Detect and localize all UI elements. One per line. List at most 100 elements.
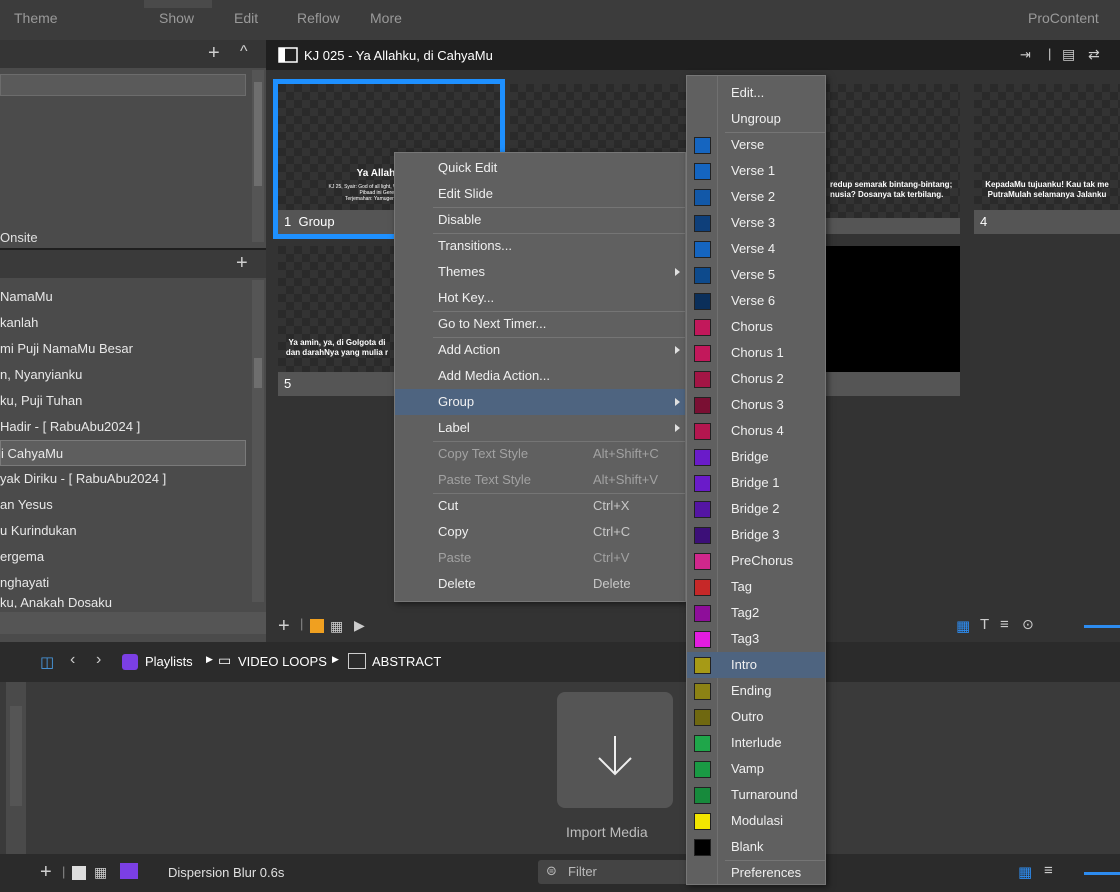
- song-item[interactable]: mi Puji NamaMu Besar: [0, 336, 246, 362]
- song-item[interactable]: kanlah: [0, 310, 246, 336]
- scrollbar-thumb[interactable]: [254, 358, 262, 388]
- add-icon[interactable]: +: [278, 616, 290, 636]
- menu-item-delete[interactable]: Delete Delete: [395, 571, 685, 597]
- notes-icon[interactable]: ▤: [1062, 46, 1075, 63]
- group-item-bridge[interactable]: Bridge: [687, 444, 825, 470]
- group-item-verse-1[interactable]: Verse 1: [687, 158, 825, 184]
- menu-item-themes[interactable]: Themes: [395, 259, 685, 285]
- group-item-bridge-2[interactable]: Bridge 2: [687, 496, 825, 522]
- song-item[interactable]: u Kurindukan: [0, 518, 246, 544]
- menu-item-add-action[interactable]: Add Action: [395, 337, 685, 363]
- menu-more[interactable]: More: [370, 10, 402, 26]
- group-item-preferences[interactable]: Preferences: [687, 860, 825, 886]
- group-item-modulasi[interactable]: Modulasi: [687, 808, 825, 834]
- group-item-verse-3[interactable]: Verse 3: [687, 210, 825, 236]
- media-icon[interactable]: [120, 863, 138, 879]
- group-item-bridge-1[interactable]: Bridge 1: [687, 470, 825, 496]
- slide-3[interactable]: redup semarak bintang-bintang; nusia? Do…: [822, 84, 960, 234]
- media-scrollbar[interactable]: [6, 682, 26, 854]
- group-item-ending[interactable]: Ending: [687, 678, 825, 704]
- slide-4[interactable]: KepadaMu tujuanku! Kau tak me PutraMulah…: [974, 84, 1120, 234]
- transition-label[interactable]: Dispersion Blur 0.6s: [168, 865, 284, 880]
- library-list-scrollbar[interactable]: [252, 280, 264, 602]
- import-media-button[interactable]: [557, 692, 673, 808]
- group-item-blank[interactable]: Blank: [687, 834, 825, 860]
- forward-icon[interactable]: ›: [96, 651, 101, 669]
- group-item-chorus-2[interactable]: Chorus 2: [687, 366, 825, 392]
- song-item[interactable]: ku, Anakah Dosaku: [0, 594, 246, 608]
- menu-item-hot-key[interactable]: Hot Key...: [395, 285, 685, 311]
- sidebar-toggle-icon[interactable]: ◫: [40, 653, 54, 671]
- back-icon[interactable]: ‹: [70, 651, 75, 669]
- group-item-verse-6[interactable]: Verse 6: [687, 288, 825, 314]
- list-view-icon[interactable]: ≡: [1000, 616, 1009, 633]
- group-item-bridge-3[interactable]: Bridge 3: [687, 522, 825, 548]
- breadcrumb-abstract[interactable]: ABSTRACT: [372, 654, 441, 669]
- slide-6[interactable]: [822, 246, 960, 396]
- group-item-verse-5[interactable]: Verse 5: [687, 262, 825, 288]
- song-item[interactable]: nghayati: [0, 570, 246, 596]
- slides-view-icon[interactable]: [72, 866, 86, 880]
- media-icon[interactable]: ▶: [354, 617, 365, 634]
- masks-icon[interactable]: ▦: [330, 618, 343, 635]
- group-item-ungroup[interactable]: Ungroup: [687, 106, 825, 132]
- list-view-icon[interactable]: ≡: [1044, 862, 1053, 879]
- song-item[interactable]: n, Nyanyianku: [0, 362, 246, 388]
- menu-theme[interactable]: Theme: [14, 10, 58, 26]
- grid-view-icon[interactable]: ▦: [1018, 863, 1032, 881]
- menu-item-copy[interactable]: Copy Ctrl+C: [395, 519, 685, 545]
- scrollbar-thumb[interactable]: [10, 706, 22, 806]
- slide-5[interactable]: Ya amin, ya, di Golgota di dan darahNya …: [278, 246, 396, 396]
- group-item-verse[interactable]: Verse: [687, 132, 825, 158]
- song-item[interactable]: yak Diriku - [ RabuAbu2024 ]: [0, 466, 246, 492]
- group-item-tag[interactable]: Tag: [687, 574, 825, 600]
- more-icon[interactable]: ⊙: [1022, 616, 1034, 633]
- menu-item-label[interactable]: Label: [395, 415, 685, 441]
- group-item-intro[interactable]: Intro: [687, 652, 825, 678]
- menu-reflow[interactable]: Reflow: [297, 10, 340, 26]
- text-view-icon[interactable]: T: [980, 616, 989, 633]
- group-item-chorus[interactable]: Chorus: [687, 314, 825, 340]
- song-item[interactable]: an Yesus: [0, 492, 246, 518]
- group-item-verse-4[interactable]: Verse 4: [687, 236, 825, 262]
- group-item-vamp[interactable]: Vamp: [687, 756, 825, 782]
- menu-item-edit-slide[interactable]: Edit Slide: [395, 181, 685, 207]
- group-item-tag3[interactable]: Tag3: [687, 626, 825, 652]
- breadcrumb-playlists[interactable]: Playlists: [145, 654, 193, 669]
- add-icon[interactable]: +: [40, 862, 52, 882]
- scrollbar-thumb[interactable]: [254, 82, 262, 186]
- zoom-slider[interactable]: [1084, 625, 1120, 628]
- song-item-selected[interactable]: i CahyaMu: [0, 440, 246, 466]
- menu-item-cut[interactable]: Cut Ctrl+X: [395, 493, 685, 519]
- masks-icon[interactable]: ▦: [94, 864, 107, 881]
- slides-view-icon[interactable]: [310, 619, 324, 633]
- group-item-turnaround[interactable]: Turnaround: [687, 782, 825, 808]
- group-item-chorus-1[interactable]: Chorus 1: [687, 340, 825, 366]
- breadcrumb-video-loops[interactable]: VIDEO LOOPS: [238, 654, 327, 669]
- menu-item-transitions[interactable]: Transitions...: [395, 233, 685, 259]
- grid-view-icon[interactable]: ▦: [956, 617, 970, 635]
- menu-item-disable[interactable]: Disable: [395, 207, 685, 233]
- group-item-chorus-3[interactable]: Chorus 3: [687, 392, 825, 418]
- song-item[interactable]: ku, Puji Tuhan: [0, 388, 246, 414]
- reflow-icon[interactable]: ⇄: [1088, 46, 1100, 63]
- group-item-edit[interactable]: Edit...: [687, 80, 825, 106]
- library-top-scrollbar[interactable]: [252, 70, 264, 242]
- group-item-verse-2[interactable]: Verse 2: [687, 184, 825, 210]
- toolbar-icon-a[interactable]: ⇥: [1020, 47, 1031, 63]
- group-item-prechorus[interactable]: PreChorus: [687, 548, 825, 574]
- menu-procontent[interactable]: ProContent: [1028, 10, 1099, 26]
- song-item[interactable]: NamaMu: [0, 284, 246, 310]
- menu-edit[interactable]: Edit: [234, 10, 258, 26]
- menu-show[interactable]: Show: [159, 10, 194, 26]
- group-item-chorus-4[interactable]: Chorus 4: [687, 418, 825, 444]
- group-item-tag2[interactable]: Tag2: [687, 600, 825, 626]
- group-item-outro[interactable]: Outro: [687, 704, 825, 730]
- menu-item-quick-edit[interactable]: Quick Edit: [395, 155, 685, 181]
- song-item[interactable]: ergema: [0, 544, 246, 570]
- zoom-slider[interactable]: [1084, 872, 1120, 875]
- menu-item-add-media-action[interactable]: Add Media Action...: [395, 363, 685, 389]
- chevron-up-icon[interactable]: ^: [240, 44, 248, 60]
- filter-input[interactable]: ⊜ Filter: [538, 860, 688, 884]
- song-item[interactable]: Hadir - [ RabuAbu2024 ]: [0, 414, 246, 440]
